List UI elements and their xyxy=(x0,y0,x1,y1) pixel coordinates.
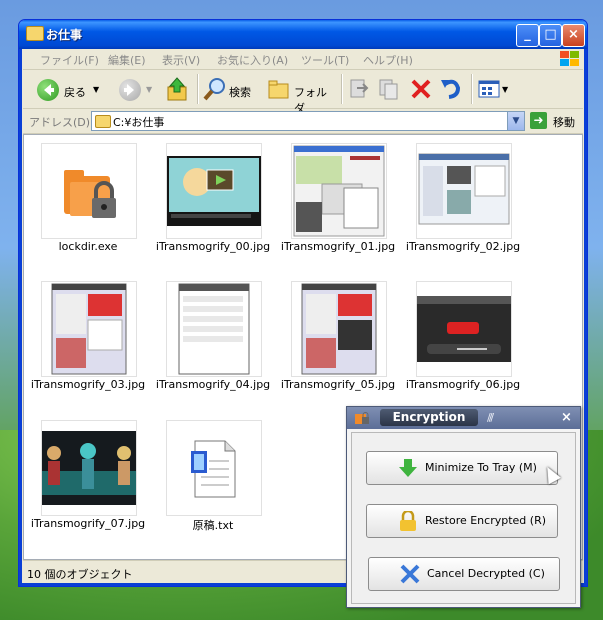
search-button[interactable]: 検索 xyxy=(203,76,263,102)
youtube-thumbnail xyxy=(416,281,512,377)
undo-arrow-icon xyxy=(441,79,461,99)
popup-title: Encryption xyxy=(380,409,478,426)
menu-tools[interactable]: ツール(T) xyxy=(301,52,349,68)
screenshot-thumbnail xyxy=(291,281,387,377)
window-title: お仕事 xyxy=(46,28,83,42)
folder-icon xyxy=(95,115,111,128)
text-file-icon xyxy=(166,420,262,516)
delete-button[interactable] xyxy=(409,76,435,102)
menu-edit[interactable]: 編集(E) xyxy=(108,52,146,68)
drag-grip-icon[interactable]: /// xyxy=(487,411,494,424)
menu-help[interactable]: ヘルプ(H) xyxy=(363,52,413,68)
menu-file[interactable]: ファイル(F) xyxy=(40,52,99,68)
file-item[interactable]: iTransmogrify_04.jpg xyxy=(153,279,273,399)
file-name: iTransmogrify_01.jpg xyxy=(280,240,396,253)
file-item[interactable]: lockdir.exe xyxy=(28,141,148,261)
search-icon xyxy=(203,78,225,101)
folders-icon xyxy=(268,80,289,99)
file-name: iTransmogrify_00.jpg xyxy=(155,240,271,253)
move-to-icon xyxy=(350,79,369,98)
file-name: iTransmogrify_06.jpg xyxy=(405,378,521,391)
popup-close-button[interactable]: × xyxy=(561,410,572,425)
video-thumbnail xyxy=(41,420,137,516)
back-button[interactable]: 戻る ▼ xyxy=(37,76,107,102)
toolbar-separator xyxy=(197,74,199,104)
file-item[interactable]: iTransmogrify_07.jpg xyxy=(28,418,148,538)
toolbar-separator xyxy=(471,74,473,104)
restore-encrypted-button[interactable]: Restore Encrypted (R) xyxy=(366,504,558,538)
forward-dropdown-icon[interactable]: ▼ xyxy=(146,85,152,94)
address-value: C:¥お仕事 xyxy=(113,116,165,129)
menu-bar: ファイル(F) 編集(E) 表示(V) お気に入り(A) ツール(T) ヘルプ(… xyxy=(23,49,583,70)
down-arrow-icon xyxy=(397,458,419,478)
file-item[interactable]: 原稿.txt xyxy=(153,418,273,538)
file-item[interactable]: iTransmogrify_00.jpg xyxy=(153,141,273,261)
back-label: 戻る xyxy=(64,86,86,99)
video-thumbnail xyxy=(166,143,262,239)
file-item[interactable]: iTransmogrify_03.jpg xyxy=(28,279,148,399)
file-name: iTransmogrify_02.jpg xyxy=(405,240,521,253)
encryption-popup: Encryption /// × Minimize To Tray (M) Re… xyxy=(346,406,581,608)
go-arrow-icon[interactable]: ➜ xyxy=(530,112,547,129)
copy-to-button[interactable] xyxy=(377,76,403,102)
forward-button[interactable]: ▼ xyxy=(119,76,159,102)
toolbar: 戻る ▼ ▼ 検索 フォルダ ▼ xyxy=(23,70,583,115)
screenshot-thumbnail xyxy=(416,143,512,239)
views-button[interactable]: ▼ xyxy=(477,76,515,102)
move-to-button[interactable] xyxy=(347,76,373,102)
windows-logo-icon xyxy=(559,50,581,68)
folders-button[interactable]: フォルダ xyxy=(267,76,335,115)
folder-icon xyxy=(26,26,44,41)
cancel-decrypted-label: Cancel Decrypted (C) xyxy=(427,567,545,580)
file-name: lockdir.exe xyxy=(58,240,118,253)
file-item[interactable]: iTransmogrify_02.jpg xyxy=(403,141,523,261)
back-dropdown-icon[interactable]: ▼ xyxy=(93,85,99,94)
popup-body: Minimize To Tray (M) Restore Encrypted (… xyxy=(351,432,576,604)
screenshot-thumbnail xyxy=(291,143,387,239)
cancel-decrypted-button[interactable]: Cancel Decrypted (C) xyxy=(368,557,560,591)
screenshot-thumbnail xyxy=(41,281,137,377)
file-name: iTransmogrify_04.jpg xyxy=(155,378,271,391)
screenshot-thumbnail xyxy=(166,281,262,377)
address-bar: アドレス(D) C:¥お仕事 ▼ ➜ 移動 xyxy=(23,109,583,134)
close-button[interactable]: × xyxy=(562,24,585,47)
delete-x-icon xyxy=(411,79,431,99)
title-bar[interactable]: お仕事 _ □ × xyxy=(19,20,587,49)
minimize-to-tray-label: Minimize To Tray (M) xyxy=(425,461,537,474)
address-dropdown-icon[interactable]: ▼ xyxy=(507,112,524,130)
toolbar-separator xyxy=(341,74,343,104)
file-name: 原稿.txt xyxy=(192,519,234,532)
go-button[interactable]: 移動 xyxy=(553,114,575,130)
padlock-icon xyxy=(397,509,419,531)
minimize-button[interactable]: _ xyxy=(516,24,539,47)
back-arrow-icon xyxy=(37,79,59,101)
maximize-button[interactable]: □ xyxy=(539,24,562,47)
menu-favorites[interactable]: お気に入り(A) xyxy=(217,52,288,68)
address-label: アドレス(D) xyxy=(29,116,91,129)
lock-folder-icon xyxy=(41,143,137,239)
file-item[interactable]: iTransmogrify_01.jpg xyxy=(278,141,398,261)
status-text: 10 個のオブジェクト xyxy=(27,568,133,581)
file-item[interactable]: iTransmogrify_05.jpg xyxy=(278,279,398,399)
up-folder-button[interactable] xyxy=(165,76,191,102)
views-grid-icon xyxy=(478,80,500,98)
views-dropdown-icon[interactable]: ▼ xyxy=(502,85,508,94)
forward-arrow-icon xyxy=(119,79,141,101)
address-input[interactable]: C:¥お仕事 ▼ xyxy=(91,111,525,131)
file-name: iTransmogrify_05.jpg xyxy=(280,378,396,391)
copy-to-icon xyxy=(379,79,398,100)
undo-button[interactable] xyxy=(439,76,465,102)
minimize-to-tray-button[interactable]: Minimize To Tray (M) xyxy=(366,451,558,485)
file-name: iTransmogrify_07.jpg xyxy=(30,517,146,530)
popup-title-bar[interactable]: Encryption /// × xyxy=(347,407,580,429)
restore-encrypted-label: Restore Encrypted (R) xyxy=(425,514,547,527)
app-logo-icon xyxy=(354,411,370,425)
file-item[interactable]: iTransmogrify_06.jpg xyxy=(403,279,523,399)
x-cross-icon xyxy=(399,564,421,584)
up-folder-icon xyxy=(167,77,187,101)
search-label: 検索 xyxy=(229,86,251,99)
file-name: iTransmogrify_03.jpg xyxy=(30,378,146,391)
menu-view[interactable]: 表示(V) xyxy=(162,52,200,68)
